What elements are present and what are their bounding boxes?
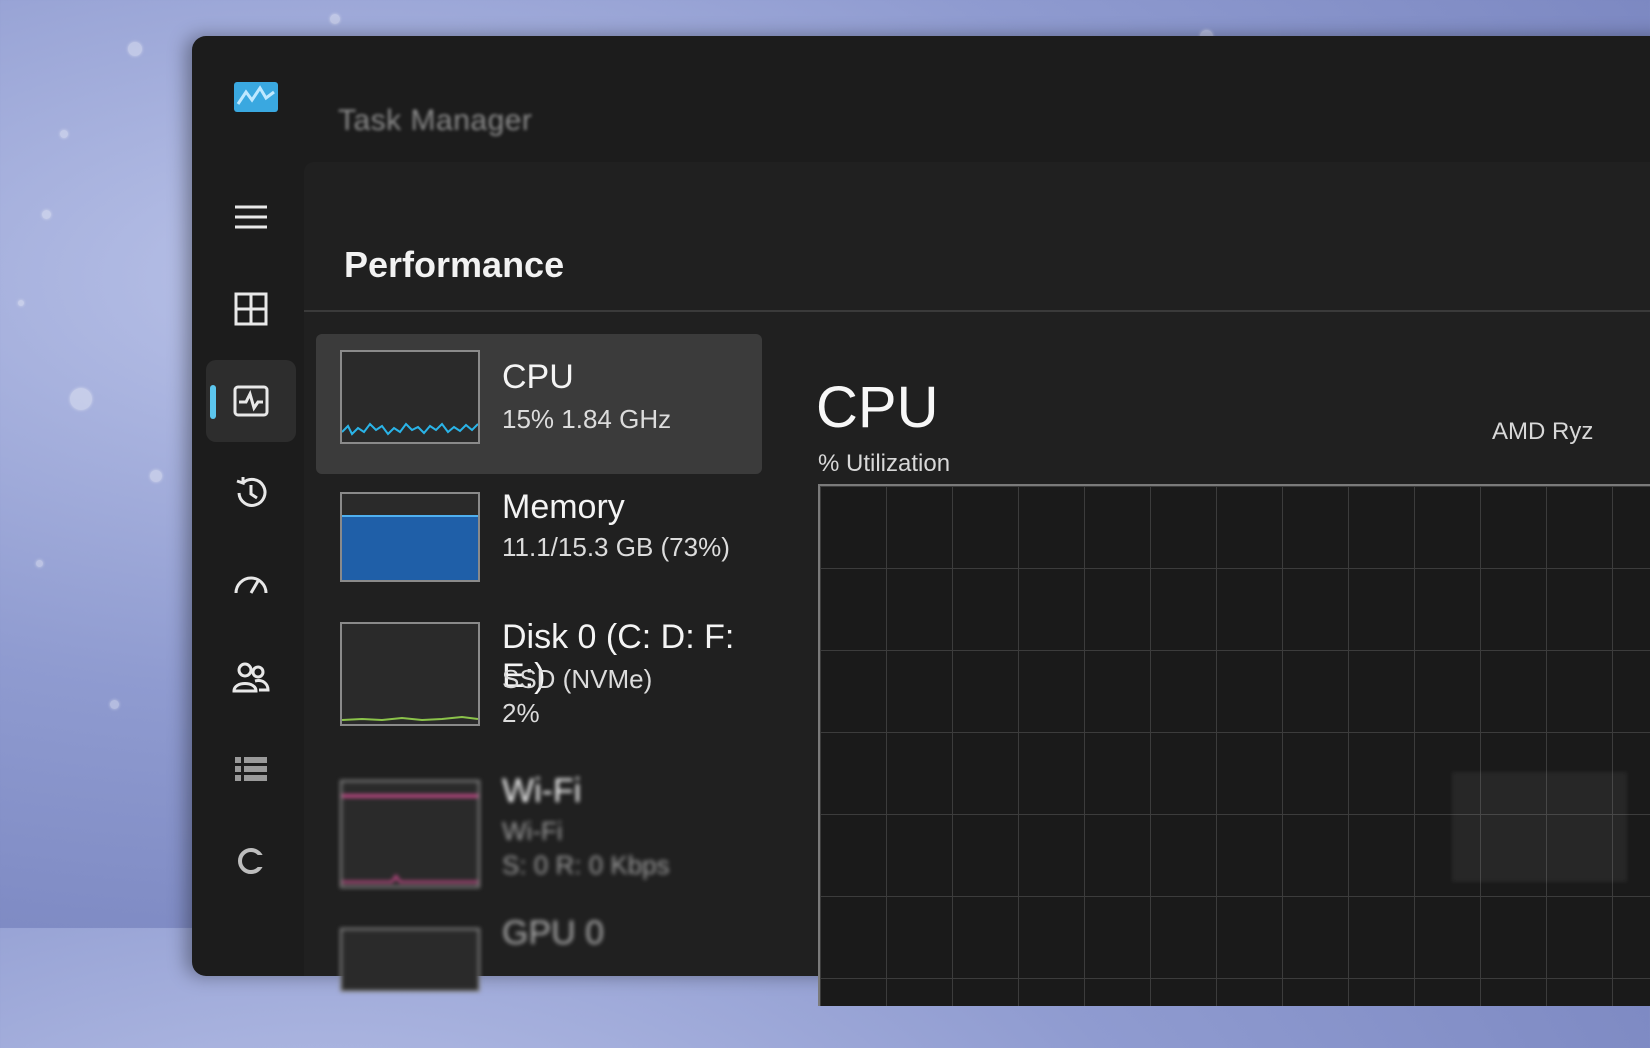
wifi-throughput-text: S: 0 R: 0 Kbps <box>502 850 670 880</box>
wifi-mini-graph <box>340 780 480 888</box>
title-bar: Task Manager <box>192 36 1650 156</box>
hamburger-menu-icon <box>235 205 267 229</box>
task-manager-window: Task Manager Performance CPU 15% 1.84 GH… <box>192 36 1650 1006</box>
memory-usage-text: 11.1/15.3 GB (73%) <box>502 532 730 562</box>
active-indicator <box>210 385 216 419</box>
resource-item-memory[interactable]: Memory 11.1/15.3 GB (73%) <box>316 472 762 612</box>
nav-app-history[interactable] <box>206 452 296 534</box>
memory-label: Memory <box>502 488 625 526</box>
cpu-mini-graph <box>340 350 480 444</box>
window-title: Task Manager <box>338 104 533 137</box>
disk-mini-graph-line <box>342 715 478 722</box>
nav-services[interactable] <box>206 820 296 902</box>
nav-processes[interactable] <box>206 268 296 350</box>
cpu-label: CPU <box>502 358 574 396</box>
nav-performance[interactable] <box>206 360 296 442</box>
disk-type-text: SSD (NVMe) <box>502 664 653 694</box>
detail-title: CPU <box>816 375 939 440</box>
users-icon <box>232 662 270 693</box>
resource-item-cpu[interactable]: CPU 15% 1.84 GHz <box>316 334 762 474</box>
nav-details[interactable] <box>206 728 296 810</box>
wifi-mini-graph-line <box>342 794 478 883</box>
performance-content: Performance CPU 15% 1.84 GHz Memory 11.1… <box>304 162 1650 1006</box>
resource-item-disk[interactable]: Disk 0 (C: D: F: E:) SSD (NVMe) 2% <box>316 608 762 758</box>
processes-icon <box>234 292 268 326</box>
gpu-label: GPU 0 <box>502 914 605 952</box>
performance-icon <box>233 385 269 417</box>
wifi-label: Wi-Fi <box>502 772 582 810</box>
startup-apps-icon <box>234 576 268 594</box>
nav-users[interactable] <box>206 636 296 718</box>
screen-glare <box>1452 772 1627 882</box>
app-history-icon <box>236 477 267 507</box>
task-manager-app-icon <box>234 82 278 112</box>
cpu-mini-graph-line <box>342 422 478 436</box>
details-icon <box>235 757 267 781</box>
memory-usage-fill <box>342 515 478 580</box>
hamburger-menu-button[interactable] <box>206 176 296 258</box>
disk-usage-text: 2% <box>502 698 540 728</box>
resource-item-gpu[interactable]: GPU 0 <box>316 908 762 1048</box>
wifi-adapter-text: Wi-Fi <box>502 816 563 846</box>
header-divider <box>304 310 1650 312</box>
cpu-usage-text: 15% 1.84 GHz <box>502 404 672 434</box>
memory-mini-graph <box>340 492 480 582</box>
gpu-mini-graph <box>340 928 480 992</box>
utilization-label: % Utilization <box>818 450 951 477</box>
disk-mini-graph <box>340 622 480 726</box>
page-title: Performance <box>344 244 565 285</box>
resource-item-wifi[interactable]: Wi-Fi Wi-Fi S: 0 R: 0 Kbps <box>316 766 762 906</box>
services-icon <box>238 848 265 874</box>
nav-startup-apps[interactable] <box>206 544 296 626</box>
processor-model: AMD Ryz <box>1492 418 1594 445</box>
